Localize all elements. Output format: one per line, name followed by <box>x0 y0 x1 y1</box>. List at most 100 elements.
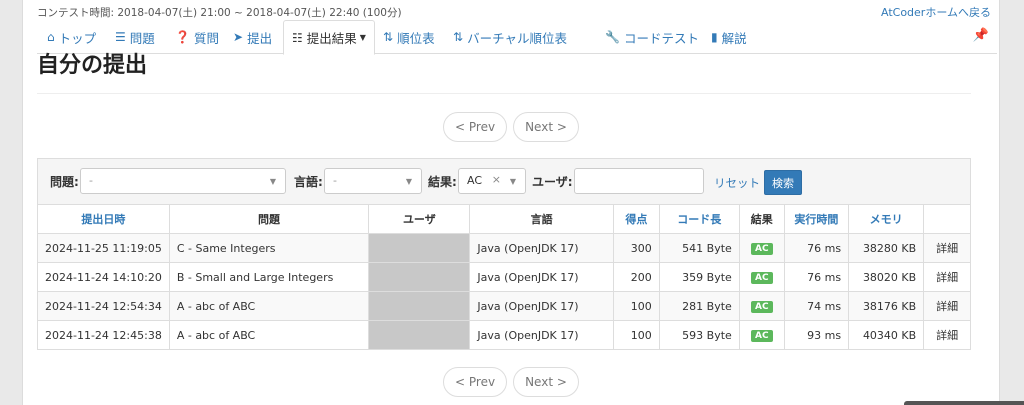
list-icon: ☰ <box>115 30 126 44</box>
status-badge: AC <box>750 330 773 342</box>
nav-editorial[interactable]: ▮ 解説 <box>711 20 747 54</box>
language-link[interactable]: Java (OpenJDK 17) <box>469 291 614 321</box>
col-submission-time[interactable]: 提出日時 <box>37 204 170 234</box>
nav-virtual-standings[interactable]: ⇅ バーチャル順位表 <box>453 20 567 54</box>
table-row: 2024-11-24 12:54:34 A - abc of ABC Java … <box>37 291 971 321</box>
user-cell <box>368 291 471 321</box>
result-filter-label: 結果: <box>428 175 457 189</box>
nav-code-test[interactable]: 🔧 コードテスト <box>605 20 699 54</box>
col-score[interactable]: 得点 <box>612 204 660 234</box>
detail-link[interactable]: 詳細 <box>923 291 971 321</box>
col-detail <box>923 204 971 234</box>
nav-standings[interactable]: ⇅ 順位表 <box>383 20 435 54</box>
col-problem: 問題 <box>168 204 370 234</box>
table-row: 2024-11-25 11:19:05 C - Same Integers Ja… <box>37 233 971 263</box>
problem-select-value: - <box>89 174 93 187</box>
col-user: ユーザ <box>368 204 471 234</box>
col-memory[interactable]: メモリ <box>848 204 925 234</box>
status-badge: AC <box>750 272 773 284</box>
submissions-table: 提出日時 問題 ユーザ 言語 得点 コード長 結果 実行時間 メモリ 2024-… <box>37 204 971 350</box>
result-cell: AC <box>738 262 785 292</box>
result-select-value: AC <box>467 174 483 187</box>
result-cell: AC <box>738 320 785 350</box>
pagination-top: < Prev Next > <box>443 112 585 142</box>
status-badge: AC <box>750 301 773 313</box>
result-select[interactable]: AC × ▼ <box>458 168 526 194</box>
search-button[interactable]: 検索 <box>764 170 802 195</box>
col-language: 言語 <box>469 204 614 234</box>
col-result: 結果 <box>738 204 785 234</box>
result-cell: AC <box>738 233 785 263</box>
book-icon: ▮ <box>711 30 718 44</box>
filter-panel: 問題: - ▼ 言語: - ▼ 結果: AC × ▼ ユーザ: リセット 検索 <box>37 158 971 204</box>
prev-button[interactable]: < Prev <box>443 112 508 142</box>
nav-results-label: 提出結果 <box>306 31 357 46</box>
user-cell <box>368 262 471 292</box>
problem-select[interactable]: - ▼ <box>80 168 286 194</box>
chevron-down-icon: ▼ <box>405 177 412 186</box>
language-link[interactable]: Java (OpenJDK 17) <box>469 320 614 350</box>
user-cell <box>368 320 471 350</box>
nav-questions-label: 質問 <box>193 30 219 46</box>
exec-time: 76 ms <box>783 233 850 263</box>
table-row: 2024-11-24 14:10:20 B - Small and Large … <box>37 262 971 292</box>
nav-results[interactable]: ☷ 提出結果 ▼ <box>283 20 375 55</box>
score: 200 <box>612 262 660 292</box>
problem-link[interactable]: B - Small and Large Integers <box>168 262 370 292</box>
problem-link[interactable]: C - Same Integers <box>168 233 370 263</box>
exec-time: 93 ms <box>783 320 850 350</box>
page-container: コンテスト時間: 2018-04-07(土) 21:00 ~ 2018-04-0… <box>22 0 1000 405</box>
submission-time: 2024-11-24 12:54:34 <box>37 291 170 321</box>
problem-link[interactable]: A - abc of ABC <box>168 320 370 350</box>
question-icon: ❓ <box>175 30 190 44</box>
nav-questions[interactable]: ❓ 質問 <box>175 20 219 54</box>
next-button[interactable]: Next > <box>513 112 579 142</box>
detail-link[interactable]: 詳細 <box>923 233 971 263</box>
language-link[interactable]: Java (OpenJDK 17) <box>469 233 614 263</box>
table-header-row: 提出日時 問題 ユーザ 言語 得点 コード長 結果 実行時間 メモリ <box>37 204 971 234</box>
table-icon: ☷ <box>292 30 303 45</box>
language-link[interactable]: Java (OpenJDK 17) <box>469 262 614 292</box>
nav-editorial-label: 解説 <box>721 30 747 46</box>
col-code-length[interactable]: コード長 <box>658 204 740 234</box>
chevron-down-icon: ▼ <box>269 177 276 186</box>
code-length: 541 Byte <box>658 233 740 263</box>
score: 100 <box>612 291 660 321</box>
atcoder-home-link[interactable]: AtCoderホームへ戻る <box>881 4 991 20</box>
contest-nav: ⌂ トップ ☰ 問題 ❓ 質問 ➤ 提出 ☷ 提出結果 ▼ ⇅ 順位表 ⇅ バー… <box>37 20 997 55</box>
user-filter-label: ユーザ: <box>532 175 573 189</box>
page-title: 自分の提出 <box>37 53 148 78</box>
submission-time: 2024-11-24 12:45:38 <box>37 320 170 350</box>
home-icon: ⌂ <box>47 30 55 44</box>
submission-time: 2024-11-24 14:10:20 <box>37 262 170 292</box>
language-select[interactable]: - ▼ <box>324 168 422 194</box>
user-cell <box>368 233 471 263</box>
code-length: 281 Byte <box>658 291 740 321</box>
user-input[interactable] <box>574 168 704 194</box>
problem-link[interactable]: A - abc of ABC <box>168 291 370 321</box>
nav-virtual-standings-label: バーチャル順位表 <box>467 30 567 46</box>
nav-submit[interactable]: ➤ 提出 <box>233 20 272 54</box>
next-button[interactable]: Next > <box>513 367 579 397</box>
memory: 38020 KB <box>848 262 925 292</box>
reset-link[interactable]: リセット <box>714 175 760 191</box>
send-icon: ➤ <box>233 30 244 44</box>
prev-button[interactable]: < Prev <box>443 367 508 397</box>
language-select-value: - <box>333 174 337 187</box>
sort-icon: ⇅ <box>453 30 464 44</box>
clear-icon[interactable]: × <box>492 173 501 186</box>
result-cell: AC <box>738 291 785 321</box>
nav-submit-label: 提出 <box>247 30 273 46</box>
col-exec-time[interactable]: 実行時間 <box>783 204 850 234</box>
window-edge-bar <box>904 401 1024 405</box>
detail-link[interactable]: 詳細 <box>923 320 971 350</box>
detail-link[interactable]: 詳細 <box>923 262 971 292</box>
wrench-icon: 🔧 <box>605 30 620 44</box>
status-badge: AC <box>750 243 773 255</box>
sort-icon: ⇅ <box>383 30 394 44</box>
code-length: 593 Byte <box>658 320 740 350</box>
pin-icon[interactable]: 📌 <box>973 28 989 43</box>
exec-time: 74 ms <box>783 291 850 321</box>
memory: 38280 KB <box>848 233 925 263</box>
chevron-down-icon: ▼ <box>359 33 366 42</box>
